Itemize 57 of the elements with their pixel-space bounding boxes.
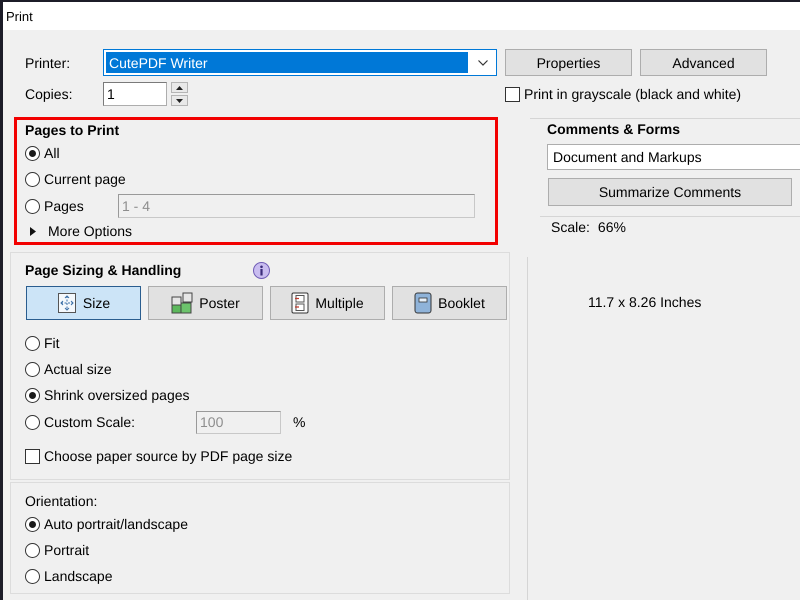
decrement-button[interactable] — [171, 95, 188, 106]
section-title: Orientation: — [25, 492, 98, 511]
printer-label: Printer: — [25, 54, 72, 70]
printer-settings-button[interactable]: Properties — [505, 49, 632, 76]
radio-button[interactable] — [25, 414, 40, 430]
scale-label: Scale: — [551, 218, 590, 237]
multiple-pages-icon — [291, 292, 310, 314]
radio-label[interactable]: Pages — [44, 198, 84, 214]
printer-settings-button[interactable]: Advanced — [640, 49, 767, 76]
radio-button[interactable] — [25, 388, 40, 402]
page-mode-button[interactable]: Booklet — [392, 286, 507, 320]
copies-input[interactable]: 1 — [103, 82, 167, 106]
info-icon[interactable] — [253, 262, 270, 278]
radio-label[interactable]: Shrink oversized pages — [44, 387, 190, 403]
checkbox-label[interactable]: Print in grayscale (black and white) — [524, 86, 742, 102]
page-mode-button[interactable]: Size — [26, 286, 141, 320]
scale-value: 66% — [598, 218, 626, 237]
checkbox[interactable] — [505, 86, 520, 102]
radio-label[interactable]: Actual size — [44, 361, 112, 377]
radio-button[interactable] — [25, 362, 40, 376]
checkbox-label[interactable]: Choose paper source by PDF page size — [44, 448, 292, 464]
radio-button[interactable] — [25, 568, 40, 584]
section-title: Comments & Forms — [547, 120, 682, 139]
checkbox[interactable] — [25, 448, 40, 464]
poster-tiles-icon — [171, 292, 194, 314]
radio-button[interactable] — [25, 146, 40, 160]
resize-page-icon — [56, 292, 77, 314]
section-title: Page Sizing & Handling — [25, 261, 182, 280]
expand-triangle-icon[interactable] — [30, 226, 36, 236]
unit-label: % — [293, 414, 306, 430]
radio-label[interactable]: Landscape — [44, 568, 113, 584]
paper-size-text: 11.7 x 8.26 Inches — [588, 294, 702, 310]
page-mode-button[interactable]: Multiple — [270, 286, 385, 320]
radio-button[interactable] — [25, 542, 40, 558]
radio-button[interactable] — [25, 172, 40, 186]
summarize-comments-button[interactable]: Summarize Comments — [548, 178, 792, 206]
radio-button[interactable] — [25, 198, 40, 214]
radio-label[interactable]: All — [44, 145, 60, 161]
radio-button[interactable] — [25, 516, 40, 532]
radio-label[interactable]: Fit — [44, 335, 60, 351]
section-title: Pages to Print — [25, 121, 120, 140]
radio-label[interactable]: Custom Scale: — [44, 414, 136, 430]
radio-label[interactable]: Auto portrait/landscape — [44, 516, 188, 532]
booklet-icon — [414, 292, 432, 314]
increment-button[interactable] — [171, 82, 188, 93]
caret-down-icon — [176, 98, 183, 102]
caret-up-icon — [176, 86, 183, 90]
printer-dropdown[interactable]: CutePDF Writer — [103, 49, 497, 76]
page-mode-button[interactable]: Poster — [148, 286, 263, 320]
radio-label[interactable]: Current page — [44, 171, 126, 187]
chevron-down-icon — [478, 60, 488, 66]
copies-label: Copies: — [25, 86, 74, 102]
comments-dropdown[interactable]: Document and Markups — [547, 144, 800, 170]
radio-button[interactable] — [25, 336, 40, 350]
radio-label[interactable]: Portrait — [44, 542, 90, 558]
more-options-link[interactable]: More Options — [48, 223, 132, 239]
window-title: Print — [6, 8, 33, 24]
